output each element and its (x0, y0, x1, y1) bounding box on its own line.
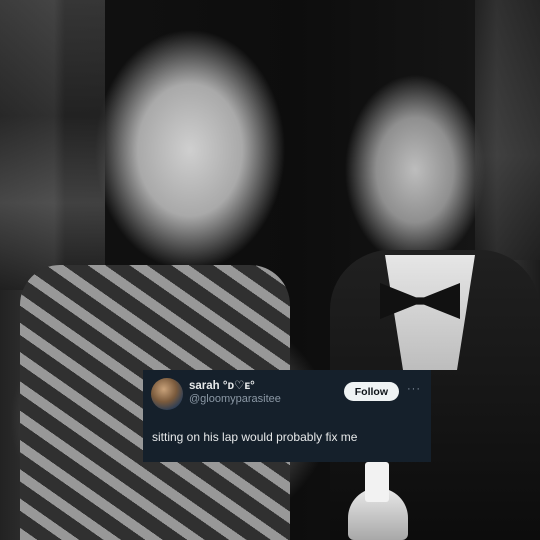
tweet-card: sarah °ᴅ♡ᴇ° @gloomyparasitee Follow ··· … (143, 370, 431, 462)
follow-button[interactable]: Follow (343, 382, 399, 401)
user-names: sarah °ᴅ♡ᴇ° @gloomyparasitee (189, 380, 281, 406)
candle (365, 462, 389, 502)
user-handle[interactable]: @gloomyparasitee (189, 393, 281, 406)
tweet-text: sitting on his lap would probably fix me (152, 430, 358, 444)
window-frame-right (475, 0, 540, 260)
avatar[interactable] (151, 378, 183, 410)
more-options-icon[interactable]: ··· (407, 383, 421, 395)
tweet-header: sarah °ᴅ♡ᴇ° @gloomyparasitee Follow ··· (151, 378, 421, 412)
window-frame-left (0, 0, 105, 290)
display-name[interactable]: sarah °ᴅ♡ᴇ° (189, 380, 281, 393)
